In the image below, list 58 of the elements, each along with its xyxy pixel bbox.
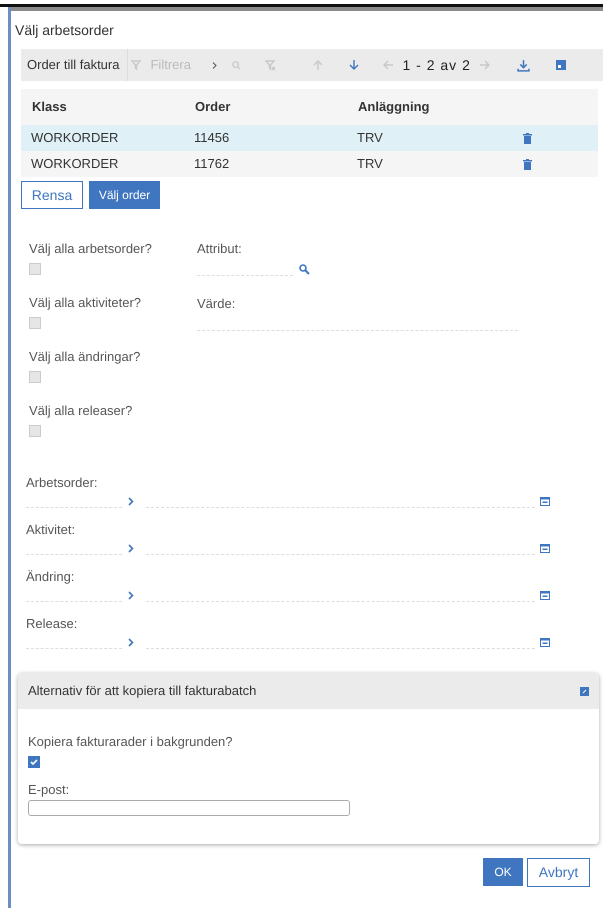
arrow-right-icon[interactable] [478,59,491,71]
chevron-right-icon[interactable] [210,60,220,70]
secondary-button[interactable]: Rensa [21,181,83,209]
secondary-button[interactable]: Avbryt [527,858,590,887]
field-label: Ändring: [26,569,74,585]
checkbox-label: Välj alla aktiviteter? [29,295,141,311]
table-cell-text: TRV [357,129,383,148]
maximize-icon[interactable] [556,60,566,70]
clear-filter-icon[interactable] [264,59,276,71]
arrow-left-icon[interactable] [382,59,394,71]
field-label: Aktivitet: [26,522,76,538]
column-header: Klass [32,98,67,116]
chevron-right-icon[interactable] [128,591,134,600]
filter-icon[interactable] [130,59,142,71]
checkbox-label: Kopiera fakturarader i bakgrunden? [28,734,233,750]
calendar-icon[interactable] [540,544,550,553]
chevron-right-icon[interactable] [128,497,134,506]
checkbox-label: Välj alla releaser? [29,403,132,419]
minimize-icon[interactable] [580,686,589,696]
checkbox-label: Välj alla arbetsorder? [29,241,152,257]
checkbox[interactable] [29,371,41,383]
checkbox[interactable] [29,425,41,437]
column-header: Anläggning [358,98,430,116]
checkbox[interactable] [29,317,41,329]
arrow-up-icon[interactable] [312,59,324,71]
table-cell-text: WORKORDER [31,129,118,148]
field-label: E-post: [28,782,70,798]
primary-button[interactable]: OK [483,858,523,886]
chevron-right-icon[interactable] [128,544,134,553]
table-cell-text: 11456 [194,129,230,148]
field-label: Värde: [197,296,236,312]
chevron-right-icon[interactable] [128,638,134,647]
field-label: Attribut: [197,241,242,257]
table-cell-text: 11762 [194,155,230,174]
table-row[interactable]: WORKORDER 11762 TRV [21,151,598,177]
table-row[interactable]: WORKORDER 11456 TRV [21,125,598,151]
arrow-down-icon[interactable] [348,59,360,71]
trash-icon[interactable] [523,132,532,144]
calendar-icon[interactable] [540,591,550,600]
email-field[interactable] [28,800,350,816]
primary-button[interactable]: Välj order [89,181,160,209]
field-label: Release: [26,616,78,632]
panel-title: Alternativ för att kopiera till fakturabatch [28,682,256,700]
table-cell-text: WORKORDER [31,155,118,174]
trash-icon[interactable] [523,158,532,170]
search-icon[interactable] [299,264,310,275]
download-icon[interactable] [516,58,530,72]
table-title: Order till faktura [26,56,120,74]
checkbox-label: Välj alla ändringar? [29,349,140,365]
dialog-title: Välj arbetsorder [14,21,114,39]
field-label: Arbetsorder: [26,475,98,491]
checkbox[interactable] [29,263,41,275]
table-cell-text: TRV [357,155,383,174]
column-header: Order [195,98,230,116]
pager-text: 1 - 2 av 2 [402,56,471,74]
checkbox[interactable] [28,756,40,768]
calendar-icon[interactable] [540,638,550,647]
calendar-icon[interactable] [540,497,550,506]
